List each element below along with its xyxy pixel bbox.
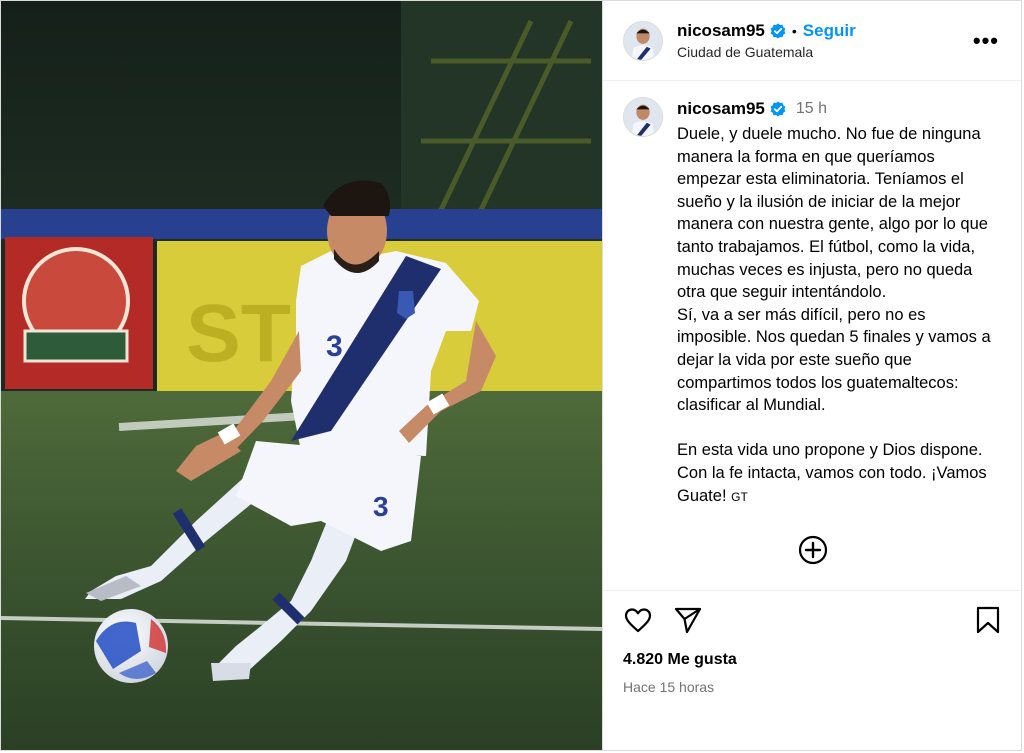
caption-text-body: Duele, y duele mucho. No fue de ninguna … xyxy=(677,125,991,505)
username-link[interactable]: nicosam95 xyxy=(677,21,765,41)
caption-area: nicosam95 15 h Duele, y duele mucho. No … xyxy=(603,81,1021,590)
avatar-image xyxy=(624,98,662,136)
actions-section: 4.820 Me gusta Hace 15 horas xyxy=(603,590,1021,750)
heart-icon[interactable] xyxy=(623,605,653,635)
caption-username-link[interactable]: nicosam95 xyxy=(677,99,765,119)
bookmark-icon[interactable] xyxy=(973,605,1003,635)
caption-time[interactable]: 15 h xyxy=(796,100,827,118)
shorts-number: 3 xyxy=(373,491,389,522)
separator-dot: • xyxy=(791,23,797,39)
follow-button[interactable]: Seguir xyxy=(803,21,856,41)
shirt-number: 3 xyxy=(326,330,343,363)
verified-badge-icon xyxy=(770,23,786,39)
post-side-panel: nicosam95 • Seguir Ciudad de Guatemala •… xyxy=(602,1,1021,750)
caption-text: Duele, y duele mucho. No fue de ninguna … xyxy=(677,123,1003,508)
post-time-ago[interactable]: Hace 15 horas xyxy=(623,679,1003,695)
caption-block: nicosam95 15 h Duele, y duele mucho. No … xyxy=(623,97,1003,508)
likes-count[interactable]: 4.820 Me gusta xyxy=(623,651,1003,669)
post-header: nicosam95 • Seguir Ciudad de Guatemala •… xyxy=(603,1,1021,81)
flag-emoji-text: GT xyxy=(731,489,748,504)
more-options-icon[interactable]: ••• xyxy=(969,26,1003,56)
post-photo[interactable]: ST US 3 3 xyxy=(1,1,602,750)
avatar[interactable] xyxy=(623,20,663,61)
action-icons xyxy=(623,605,1003,635)
paper-plane-icon[interactable] xyxy=(673,605,703,635)
add-circle-icon[interactable] xyxy=(798,535,828,565)
location-link[interactable]: Ciudad de Guatemala xyxy=(677,44,969,60)
verified-badge-icon xyxy=(770,101,786,117)
header-text: nicosam95 • Seguir Ciudad de Guatemala xyxy=(677,21,969,60)
soccer-ball xyxy=(94,609,168,683)
caption-avatar[interactable] xyxy=(623,97,663,137)
avatar-image xyxy=(624,21,662,60)
football-player-image: ST US 3 3 xyxy=(1,1,602,750)
post-dialog: ST US 3 3 xyxy=(0,0,1022,751)
caption-user-row: nicosam95 15 h xyxy=(677,99,1003,119)
caption-body: nicosam95 15 h Duele, y duele mucho. No … xyxy=(677,97,1003,508)
header-top-row: nicosam95 • Seguir xyxy=(677,21,969,41)
